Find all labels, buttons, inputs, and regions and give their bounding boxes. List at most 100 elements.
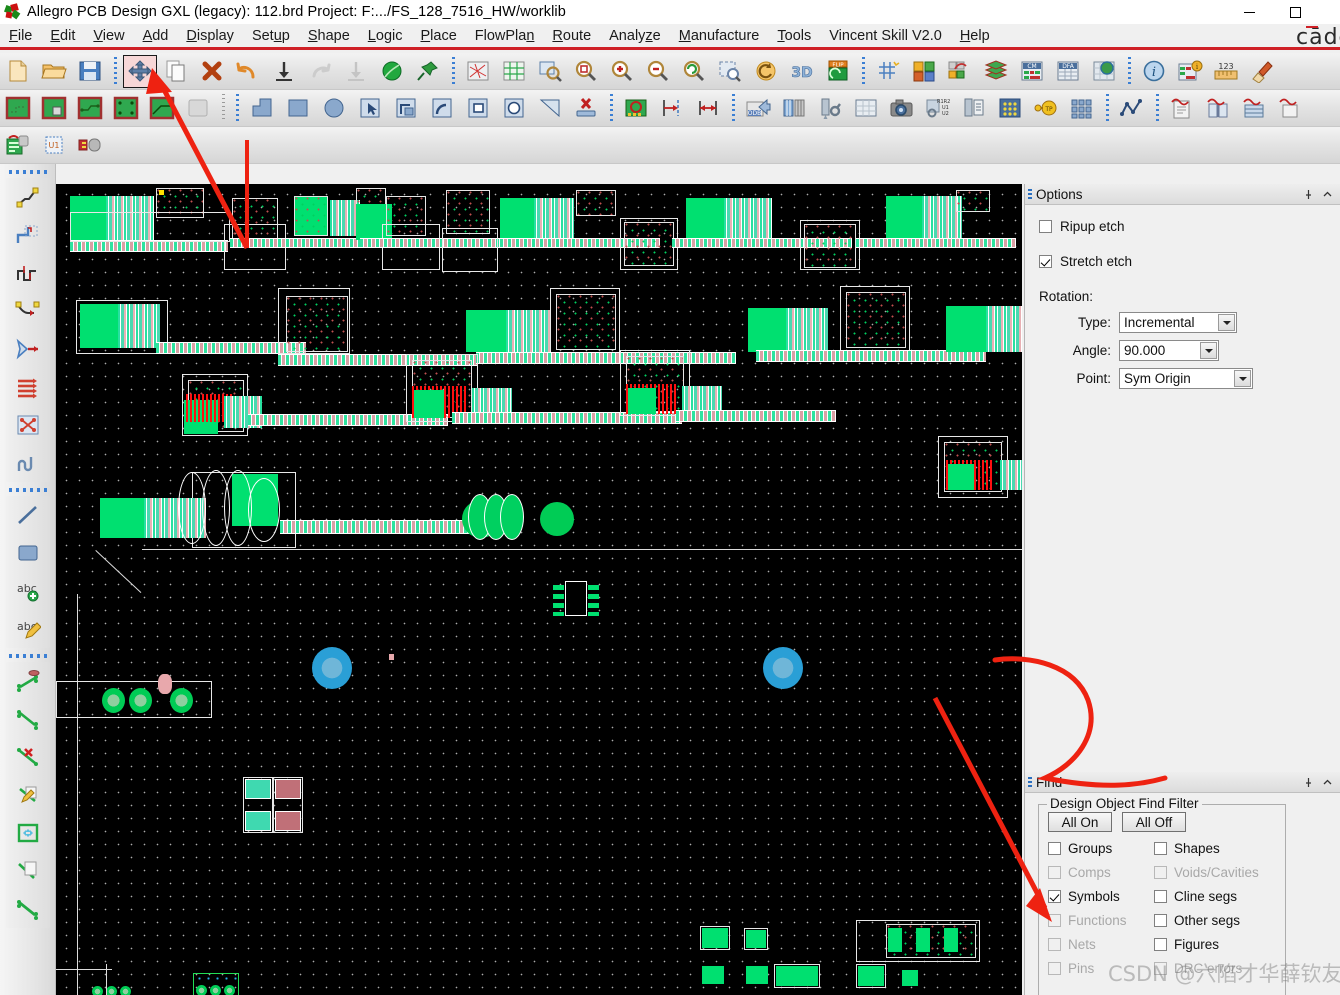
shape-rect-icon[interactable]	[281, 92, 315, 125]
menu-item-view[interactable]: View	[84, 26, 133, 46]
chevron-down-icon[interactable]	[1234, 370, 1251, 387]
menu-item-place[interactable]: Place	[411, 26, 465, 46]
shape-polygon-icon[interactable]	[245, 92, 279, 125]
save-icon[interactable]	[73, 55, 107, 88]
checkbox-cline-segs[interactable]	[1154, 890, 1167, 903]
sigxp-extra-icon[interactable]	[1273, 92, 1307, 125]
find-cell-groups[interactable]: Groups	[1048, 841, 1154, 856]
menu-item-route[interactable]: Route	[543, 26, 600, 46]
shape-arc-icon[interactable]	[425, 92, 459, 125]
rail-net-edit-icon[interactable]	[11, 777, 45, 813]
netlist-icon[interactable]	[957, 92, 991, 125]
checkbox-symbols[interactable]	[1048, 890, 1061, 903]
checkbox-row-ripup-etch[interactable]: Ripup etch	[1039, 219, 1340, 234]
menu-item-setup[interactable]: Setup	[243, 26, 299, 46]
etch-vertex-icon[interactable]	[109, 92, 143, 125]
minimize-button[interactable]	[1226, 0, 1272, 24]
etch-slide-icon[interactable]	[37, 92, 71, 125]
checkbox-stretch-etch[interactable]	[1039, 255, 1052, 268]
menu-item-manufacture[interactable]: Manufacture	[670, 26, 769, 46]
toolbar-grip-9[interactable]	[1103, 94, 1111, 122]
menu-item-logic[interactable]: Logic	[359, 26, 412, 46]
rail-edit-text-icon[interactable]: abc	[11, 611, 45, 647]
grid-net-icon[interactable]	[497, 55, 531, 88]
rail-bus-icon[interactable]	[11, 369, 45, 405]
view-3d-icon[interactable]: 3D	[785, 55, 819, 88]
shape-void-rect-icon[interactable]	[461, 92, 495, 125]
checkbox-ripup-etch[interactable]	[1039, 220, 1052, 233]
maximize-button[interactable]	[1272, 0, 1318, 24]
chevron-down-icon[interactable]	[1218, 314, 1235, 331]
etch-edit-icon[interactable]	[1, 92, 35, 125]
toolbar-grip-4[interactable]	[1125, 57, 1133, 85]
testpoint-icon[interactable]: TP	[1029, 92, 1063, 125]
checkbox-row-stretch-etch[interactable]: Stretch etch	[1039, 254, 1340, 269]
sigxp-report-icon[interactable]	[1165, 92, 1199, 125]
refdes-icon[interactable]: R1R2 U1 U2	[921, 92, 955, 125]
new-file-icon[interactable]	[1, 55, 35, 88]
dropdown-rotation-angle[interactable]: 90.000	[1119, 340, 1219, 361]
rail-grip-2[interactable]	[8, 485, 47, 494]
ratsnest-icon[interactable]	[461, 55, 495, 88]
rail-net-spread-icon[interactable]	[11, 815, 45, 851]
info-icon[interactable]: i	[1137, 55, 1171, 88]
refresh-icon[interactable]	[749, 55, 783, 88]
toolbar-grip-8[interactable]	[729, 94, 737, 122]
zoom-world-icon[interactable]	[713, 55, 747, 88]
delete-icon[interactable]	[195, 55, 229, 88]
find-cell-figures[interactable]: Figures	[1154, 937, 1260, 952]
rail-autoroute-icon[interactable]	[11, 407, 45, 443]
rail-fanout-icon[interactable]	[11, 331, 45, 367]
rail-vertex-icon[interactable]	[11, 293, 45, 329]
shape-delete-void-icon[interactable]	[569, 92, 603, 125]
move-icon[interactable]	[123, 54, 157, 88]
options-panel-header[interactable]: Options	[1025, 184, 1340, 205]
rail-net-top-icon[interactable]	[11, 663, 45, 699]
toolbar-grip-2[interactable]	[449, 57, 457, 85]
rail-slide-icon[interactable]	[11, 217, 45, 253]
menu-item-vincent-skill[interactable]: Vincent Skill V2.0	[820, 26, 951, 46]
menu-item-analyze[interactable]: Analyze	[600, 26, 670, 46]
find-cell-shapes[interactable]: Shapes	[1154, 841, 1260, 856]
rail-grip-3[interactable]	[8, 651, 47, 660]
drill-legend-icon[interactable]	[777, 92, 811, 125]
undo-icon[interactable]	[231, 55, 265, 88]
sigxp-library-icon[interactable]	[1201, 92, 1235, 125]
menu-item-add[interactable]: Add	[134, 26, 178, 46]
menu-item-tools[interactable]: Tools	[768, 26, 820, 46]
find-cell-other-segs[interactable]: Other segs	[1154, 913, 1260, 928]
flip-design-icon[interactable]: FLIP	[821, 55, 855, 88]
all-on-button[interactable]: All On	[1048, 812, 1112, 832]
toolbar-grip-7[interactable]	[607, 94, 615, 122]
etch-fanout-icon[interactable]	[145, 92, 179, 125]
zoom-fit-icon[interactable]	[533, 55, 567, 88]
rail-line-icon[interactable]	[11, 497, 45, 533]
dimension-linear-icon[interactable]	[691, 92, 725, 125]
redo-to-icon[interactable]	[339, 55, 373, 88]
find-cell-symbols[interactable]: Symbols	[1048, 889, 1154, 904]
dimension-icon[interactable]	[655, 92, 689, 125]
toolbar-grip-5[interactable]	[219, 94, 227, 122]
drill-tool-icon[interactable]	[813, 92, 847, 125]
color-palette-icon[interactable]	[907, 55, 941, 88]
artwork-icon[interactable]	[849, 92, 883, 125]
shape-void-poly-icon[interactable]	[533, 92, 567, 125]
menu-item-display[interactable]: Display	[177, 26, 243, 46]
panel-array-icon[interactable]	[1065, 92, 1099, 125]
checkbox-other-segs[interactable]	[1154, 914, 1167, 927]
undo-to-icon[interactable]	[267, 55, 301, 88]
global-icon[interactable]	[1087, 55, 1121, 88]
grid-toggle-icon[interactable]	[871, 55, 905, 88]
connector-icon[interactable]	[73, 129, 107, 162]
paintbrush-icon[interactable]	[1245, 55, 1279, 88]
zoom-previous-icon[interactable]	[677, 55, 711, 88]
checkbox-shapes[interactable]	[1154, 842, 1167, 855]
menu-item-edit[interactable]: Edit	[41, 26, 84, 46]
etch-blank-icon[interactable]	[181, 92, 215, 125]
subclass-stack-icon[interactable]	[979, 55, 1013, 88]
rail-grip-1[interactable]	[8, 167, 47, 176]
measure-icon[interactable]: 123	[1209, 55, 1243, 88]
chevron-up-icon[interactable]	[1319, 774, 1335, 790]
rail-net-delete-icon[interactable]	[11, 739, 45, 775]
rail-net-copy-icon[interactable]	[11, 853, 45, 889]
